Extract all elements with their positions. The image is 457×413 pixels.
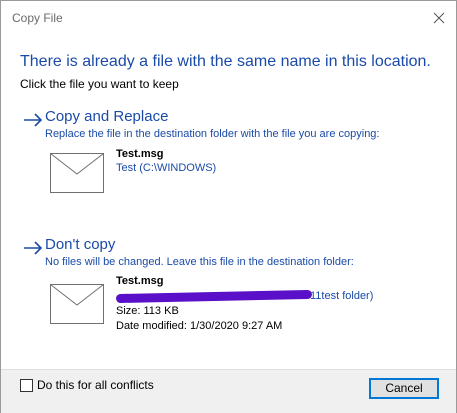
file-location: Test (C:\WINDOWS): [116, 162, 217, 174]
mail-envelope-icon: [50, 153, 104, 193]
redaction-mark: [115, 289, 313, 304]
window-title: Copy File: [12, 11, 63, 25]
dialog-instruction: Click the file you want to keep: [20, 77, 179, 91]
option-description: No files will be changed. Leave this fil…: [45, 256, 354, 268]
file-name: Test.msg: [116, 275, 164, 287]
title-bar: Copy File: [1, 1, 456, 35]
mail-envelope-icon: [50, 284, 104, 324]
dialog-headline: There is already a file with the same na…: [20, 53, 431, 70]
close-icon: [433, 12, 445, 24]
arrow-right-icon: [24, 241, 43, 255]
file-size: Size: 113 KB: [116, 305, 179, 317]
file-name: Test.msg: [116, 148, 164, 160]
option-title: Don't copy: [45, 236, 116, 253]
option-description: Replace the file in the destination fold…: [45, 128, 380, 140]
close-button[interactable]: [422, 1, 456, 35]
arrow-right-icon: [24, 113, 43, 127]
all-conflicts-checkbox[interactable]: [20, 379, 33, 392]
copy-file-dialog: Copy File There is already a file with t…: [0, 0, 457, 413]
option-title: Copy and Replace: [45, 108, 169, 125]
file-date-modified: Date modified: 1/30/2020 9:27 AM: [116, 320, 283, 332]
all-conflicts-label[interactable]: Do this for all conflicts: [37, 378, 154, 392]
cancel-button[interactable]: Cancel: [369, 378, 439, 399]
file-location: 11test folder): [310, 290, 374, 302]
